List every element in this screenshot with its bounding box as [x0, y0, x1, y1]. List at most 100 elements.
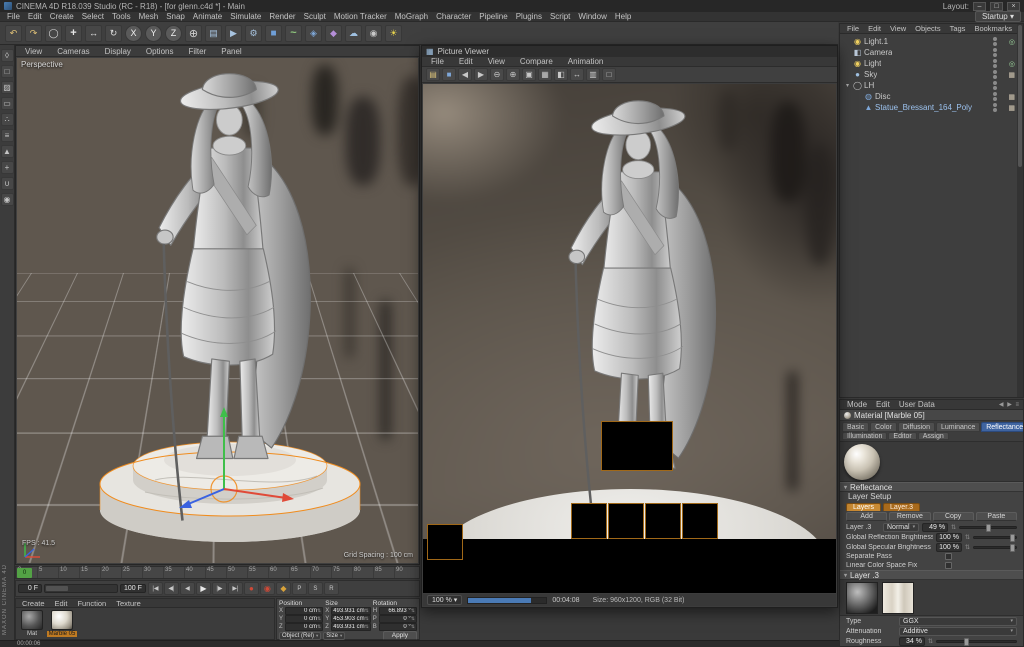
picture-viewer-titlebar[interactable]: ▦ Picture Viewer [422, 46, 837, 57]
visibility-toggles[interactable] [993, 37, 997, 46]
coordinate-field[interactable]: 493.931 cm ⇅ [331, 607, 371, 615]
layer-preview-sphere[interactable] [846, 582, 878, 614]
axis-mode-icon[interactable]: + [0, 161, 14, 174]
axis-y-button[interactable]: Y [145, 24, 162, 42]
back-icon[interactable]: ◀ [458, 68, 472, 81]
blend-slider[interactable] [959, 523, 1017, 532]
visibility-toggles[interactable] [993, 48, 997, 57]
layout-select[interactable]: Startup ▾ [974, 11, 1021, 22]
tab-basic[interactable]: Basic [842, 422, 870, 432]
parameter-value[interactable]: 100 % [935, 542, 962, 552]
menu-item[interactable]: Tools [108, 12, 135, 21]
polygons-mode-icon[interactable]: ▲ [0, 145, 14, 158]
attribute-menu-item[interactable]: Mode [843, 400, 871, 409]
axis-z-button[interactable]: Z [165, 24, 182, 42]
coordinate-field[interactable]: 66.893 ° ⇅ [378, 607, 417, 615]
material-preview[interactable] [840, 442, 1023, 482]
coordinate-field[interactable]: 0 ° ⇅ [378, 623, 417, 631]
menu-item[interactable]: Mesh [135, 12, 163, 21]
add-deformer-icon[interactable]: ◆ [325, 24, 342, 42]
picture-viewer-menu-item[interactable]: Compare [516, 57, 557, 66]
layer-texture-thumbnail[interactable] [882, 582, 914, 614]
parameter-slider[interactable] [973, 533, 1017, 542]
picture-viewer-menu-item[interactable]: Edit [455, 57, 477, 66]
object-manager-menu-item[interactable]: View [886, 24, 910, 33]
next-frame-button[interactable]: |▶ [211, 582, 227, 595]
menu-item[interactable]: Edit [24, 12, 46, 21]
object-tags[interactable]: ▦ [999, 104, 1015, 112]
menu-item[interactable]: Script [546, 12, 574, 21]
tab-illumination[interactable]: Illumination [842, 432, 888, 440]
render-canvas[interactable] [423, 84, 836, 593]
add-cube-icon[interactable]: ■ [265, 24, 282, 42]
points-mode-icon[interactable]: ∴ [0, 113, 14, 126]
close-button[interactable]: × [1007, 1, 1020, 11]
attenuation-dropdown[interactable]: Additive ▾ [899, 626, 1017, 636]
layer3-section-header[interactable]: ▾ Layer .3 [840, 570, 1023, 580]
menu-item[interactable]: Help [611, 12, 635, 21]
object-manager-scrollbar[interactable] [1017, 24, 1023, 397]
goto-end-button[interactable]: ▶| [227, 582, 243, 595]
frame-range-slider[interactable] [44, 584, 118, 593]
menu-item[interactable]: Snap [162, 12, 189, 21]
coordinate-system-icon[interactable]: ⊕ [185, 24, 202, 42]
menu-item[interactable]: Create [46, 12, 78, 21]
checkbox[interactable] [945, 562, 952, 569]
autokey-button[interactable]: ◉ [259, 582, 275, 595]
parameter-slider[interactable] [973, 543, 1017, 552]
add-spline-icon[interactable]: ~ [285, 24, 302, 42]
viewport-canvas[interactable]: Perspective FPS : 41.5 Grid Spacing : 10… [17, 58, 418, 563]
maximize-button[interactable]: □ [990, 1, 1003, 11]
add-light-icon[interactable]: ☀ [385, 24, 402, 42]
blend-mode-dropdown[interactable]: Normal ▾ [883, 522, 920, 532]
tab-reflectance[interactable]: Reflectance [981, 422, 1023, 432]
tab-editor[interactable]: Editor [888, 432, 917, 440]
picture-viewer-menu-item[interactable]: File [427, 57, 448, 66]
save-image-icon[interactable]: ■ [442, 68, 456, 81]
picture-viewer-menu-item[interactable]: Animation [564, 57, 608, 66]
expand-arrow[interactable]: ▾ [844, 82, 851, 89]
layer-action-button[interactable]: Remove [889, 512, 931, 521]
live-selection-icon[interactable]: ◯ [45, 24, 62, 42]
key-scale-button[interactable]: S [307, 582, 323, 595]
object-manager-menu-item[interactable]: Tags [946, 24, 970, 33]
texture-mode-icon[interactable]: ▨ [0, 81, 14, 94]
checkbox[interactable] [945, 553, 952, 560]
layer-action-button[interactable]: Add [846, 512, 888, 521]
roughness-spinner[interactable]: ⇅ [928, 638, 933, 645]
menu-item[interactable]: Render [265, 12, 299, 21]
swap-ab-icon[interactable]: ↔ [570, 68, 584, 81]
key-rotation-button[interactable]: R [323, 582, 339, 595]
menu-item[interactable]: Window [574, 12, 610, 21]
parameter-value[interactable]: 100 % [935, 532, 962, 542]
menu-item[interactable]: Sculpt [300, 12, 330, 21]
scale-icon[interactable]: ↔ [85, 24, 102, 42]
object-tags[interactable]: ▦ [999, 71, 1015, 79]
start-frame-field[interactable]: 0 F [18, 584, 42, 593]
play-button[interactable]: ▶ [195, 582, 211, 595]
attribute-menu-item[interactable]: User Data [895, 400, 939, 409]
zoom-select[interactable]: 100 % ▾ [427, 595, 463, 605]
prev-key-button[interactable]: ◀| [163, 582, 179, 595]
end-frame-field[interactable]: 100 F [120, 584, 146, 593]
coordinate-mode-dropdown[interactable]: Object (Rel) ▾ [279, 631, 322, 640]
menu-item[interactable]: File [3, 12, 24, 21]
snap-icon[interactable]: ∪ [0, 177, 14, 190]
object-row[interactable]: ◍ Disc ▦ [840, 91, 1017, 102]
histogram-icon[interactable]: ▥ [586, 68, 600, 81]
menu-item[interactable]: MoGraph [391, 12, 432, 21]
material-thumbnail[interactable] [21, 610, 43, 630]
render-picture-viewer-icon[interactable]: ▶ [225, 24, 242, 42]
roughness-value[interactable]: 34 % [899, 636, 925, 646]
fit-image-icon[interactable]: ▣ [522, 68, 536, 81]
object-tags[interactable]: ▦ [999, 93, 1015, 101]
minimize-button[interactable]: – [973, 1, 986, 11]
material-menu-item[interactable]: Texture [112, 599, 145, 608]
tab-luminance[interactable]: Luminance [935, 422, 981, 432]
timeline-ruler[interactable]: 051015202530354045505560657075808590 0 [15, 566, 420, 579]
panel-nav-icons[interactable]: ◀ ▶ ≡ [999, 401, 1020, 408]
tab-assign[interactable]: Assign [917, 432, 949, 440]
coordinate-field[interactable]: 0 cm ⇅ [285, 607, 324, 615]
material-menu-item[interactable]: Create [18, 599, 49, 608]
size-mode-dropdown[interactable]: Size ▾ [323, 631, 346, 640]
